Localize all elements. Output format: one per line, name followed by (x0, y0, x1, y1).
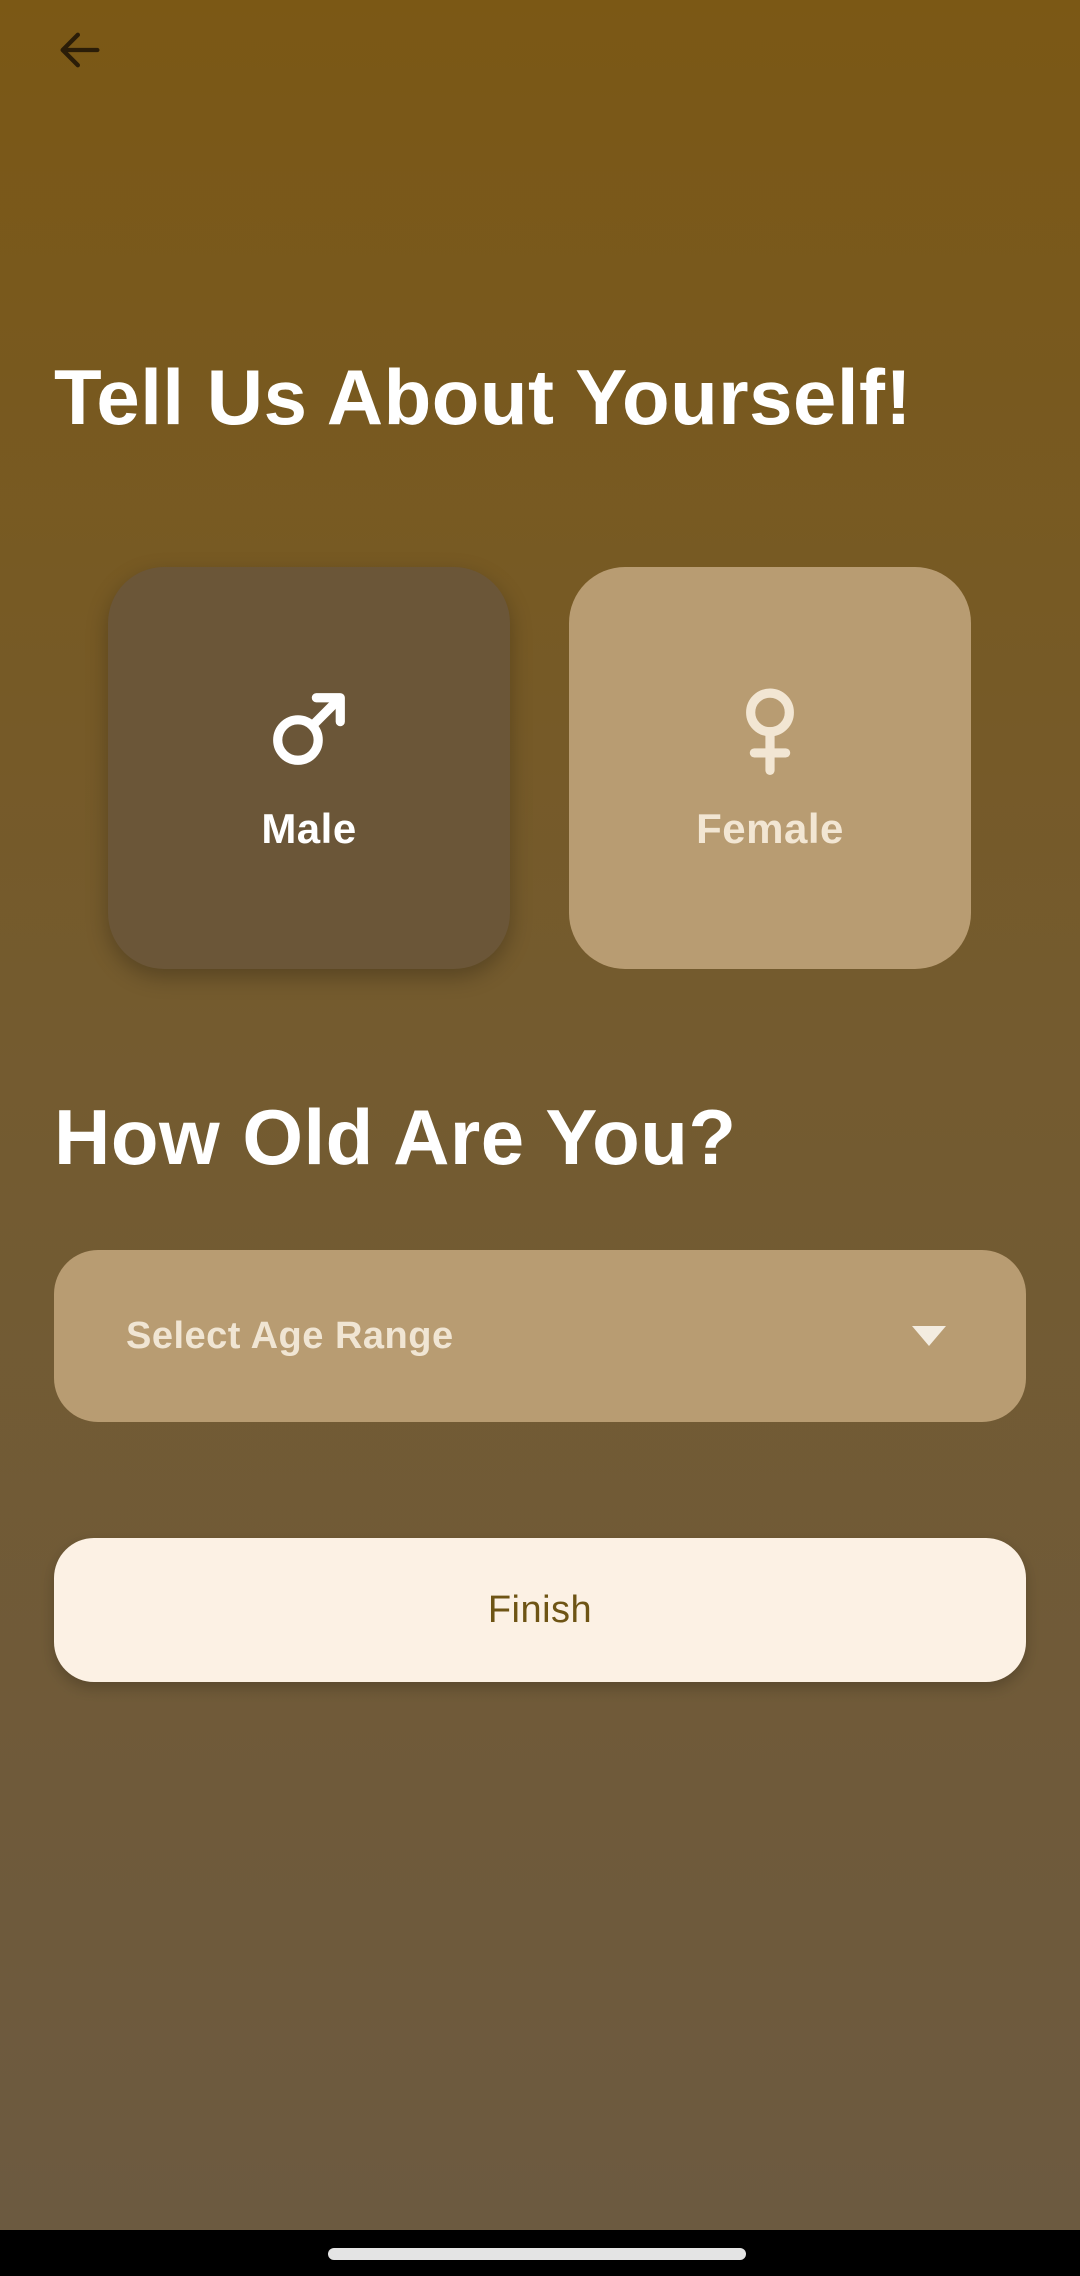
age-question-title: How Old Are You? (54, 1093, 737, 1181)
back-button[interactable] (40, 10, 120, 90)
age-range-placeholder: Select Age Range (126, 1314, 454, 1357)
profile-setup-screen: Tell Us About Yourself! Male Female How … (0, 0, 1080, 2230)
caret-down-icon (912, 1326, 946, 1346)
gender-option-female[interactable]: Female (569, 567, 971, 969)
male-symbol-icon (273, 693, 345, 765)
age-range-select[interactable]: Select Age Range (54, 1250, 1026, 1422)
gender-option-label: Female (696, 805, 844, 852)
gender-option-male[interactable]: Male (108, 567, 510, 969)
gender-question-title: Tell Us About Yourself! (54, 353, 912, 441)
arrow-left-icon (60, 32, 100, 68)
gender-option-label: Male (261, 805, 357, 852)
home-indicator[interactable] (328, 2248, 746, 2260)
finish-button[interactable]: Finish (54, 1538, 1026, 1682)
female-symbol-icon (746, 688, 794, 775)
